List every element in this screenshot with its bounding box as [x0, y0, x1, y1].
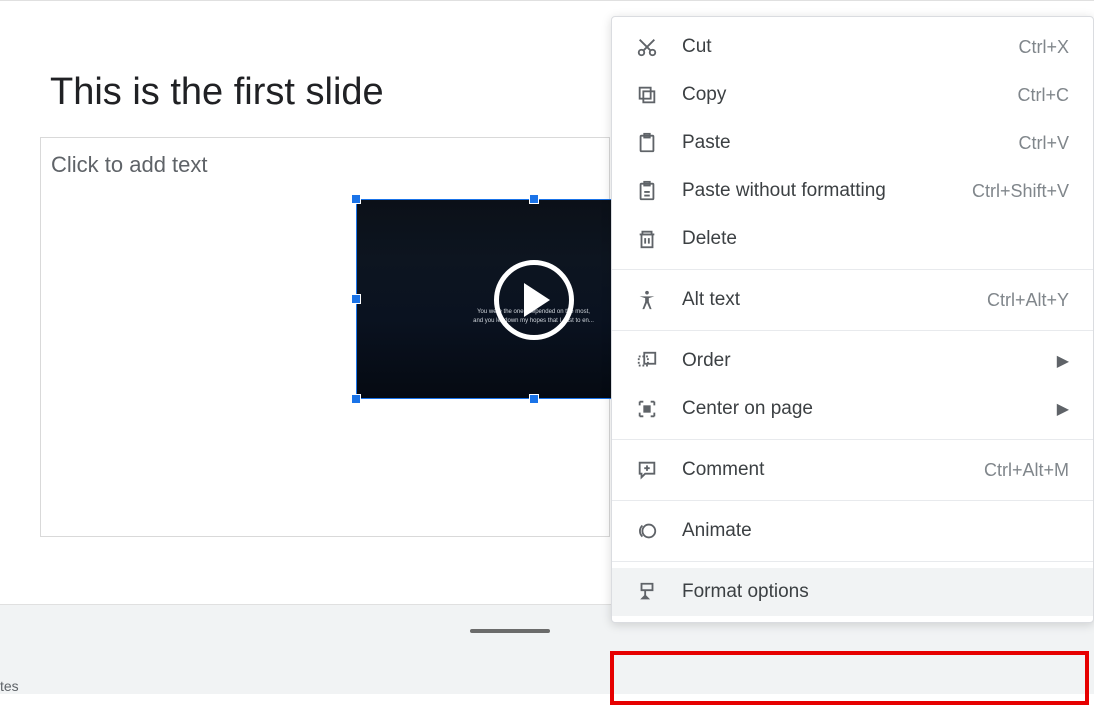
- menu-separator: [612, 439, 1093, 440]
- menu-alt-text[interactable]: Alt text Ctrl+Alt+Y: [612, 276, 1093, 324]
- selection-handle[interactable]: [529, 394, 539, 404]
- animate-icon: [636, 520, 658, 542]
- menu-copy[interactable]: Copy Ctrl+C: [612, 71, 1093, 119]
- menu-shortcut: Ctrl+V: [1018, 133, 1069, 154]
- menu-label: Order: [682, 350, 1057, 372]
- selection-handle[interactable]: [351, 294, 361, 304]
- order-icon: [636, 350, 658, 372]
- menu-separator: [612, 561, 1093, 562]
- accessibility-icon: [636, 289, 658, 311]
- menu-label: Alt text: [682, 289, 987, 311]
- notes-drag-handle[interactable]: [470, 629, 550, 633]
- menu-label: Delete: [682, 228, 1069, 250]
- menu-paste-no-format[interactable]: Paste without formatting Ctrl+Shift+V: [612, 167, 1093, 215]
- menu-shortcut: Ctrl+Shift+V: [972, 181, 1069, 202]
- play-triangle-icon: [524, 283, 550, 317]
- menu-shortcut: Ctrl+C: [1017, 85, 1069, 106]
- menu-center[interactable]: Center on page ▶: [612, 385, 1093, 433]
- menu-shortcut: Ctrl+X: [1018, 37, 1069, 58]
- delete-icon: [636, 228, 658, 250]
- menu-label: Paste without formatting: [682, 180, 972, 202]
- menu-shortcut: Ctrl+Alt+M: [984, 460, 1069, 481]
- paste-icon: [636, 132, 658, 154]
- context-menu: Cut Ctrl+X Copy Ctrl+C Paste Ctrl+V Past…: [611, 16, 1094, 623]
- menu-format-options[interactable]: Format options: [612, 568, 1093, 616]
- notes-label: tes: [0, 678, 19, 694]
- menu-label: Comment: [682, 459, 984, 481]
- paste-nofmt-icon: [636, 180, 658, 202]
- menu-delete[interactable]: Delete: [612, 215, 1093, 263]
- play-icon[interactable]: [494, 260, 574, 340]
- menu-label: Cut: [682, 36, 1018, 58]
- copy-icon: [636, 84, 658, 106]
- menu-shortcut: Ctrl+Alt+Y: [987, 290, 1069, 311]
- menu-label: Animate: [682, 520, 1069, 542]
- menu-separator: [612, 330, 1093, 331]
- menu-label: Paste: [682, 132, 1018, 154]
- menu-separator: [612, 500, 1093, 501]
- menu-label: Center on page: [682, 398, 1057, 420]
- selection-handle[interactable]: [529, 194, 539, 204]
- center-icon: [636, 398, 658, 420]
- menu-separator: [612, 269, 1093, 270]
- menu-comment[interactable]: Comment Ctrl+Alt+M: [612, 446, 1093, 494]
- menu-cut[interactable]: Cut Ctrl+X: [612, 23, 1093, 71]
- text-placeholder-label: Click to add text: [51, 152, 208, 178]
- cut-icon: [636, 36, 658, 58]
- selection-handle[interactable]: [351, 194, 361, 204]
- menu-paste[interactable]: Paste Ctrl+V: [612, 119, 1093, 167]
- menu-order[interactable]: Order ▶: [612, 337, 1093, 385]
- menu-label: Copy: [682, 84, 1017, 106]
- slide-title[interactable]: This is the first slide: [50, 71, 384, 114]
- format-icon: [636, 581, 658, 603]
- chevron-right-icon: ▶: [1057, 399, 1069, 419]
- comment-icon: [636, 459, 658, 481]
- menu-label: Format options: [682, 581, 1069, 603]
- selection-handle[interactable]: [351, 394, 361, 404]
- menu-animate[interactable]: Animate: [612, 507, 1093, 555]
- chevron-right-icon: ▶: [1057, 351, 1069, 371]
